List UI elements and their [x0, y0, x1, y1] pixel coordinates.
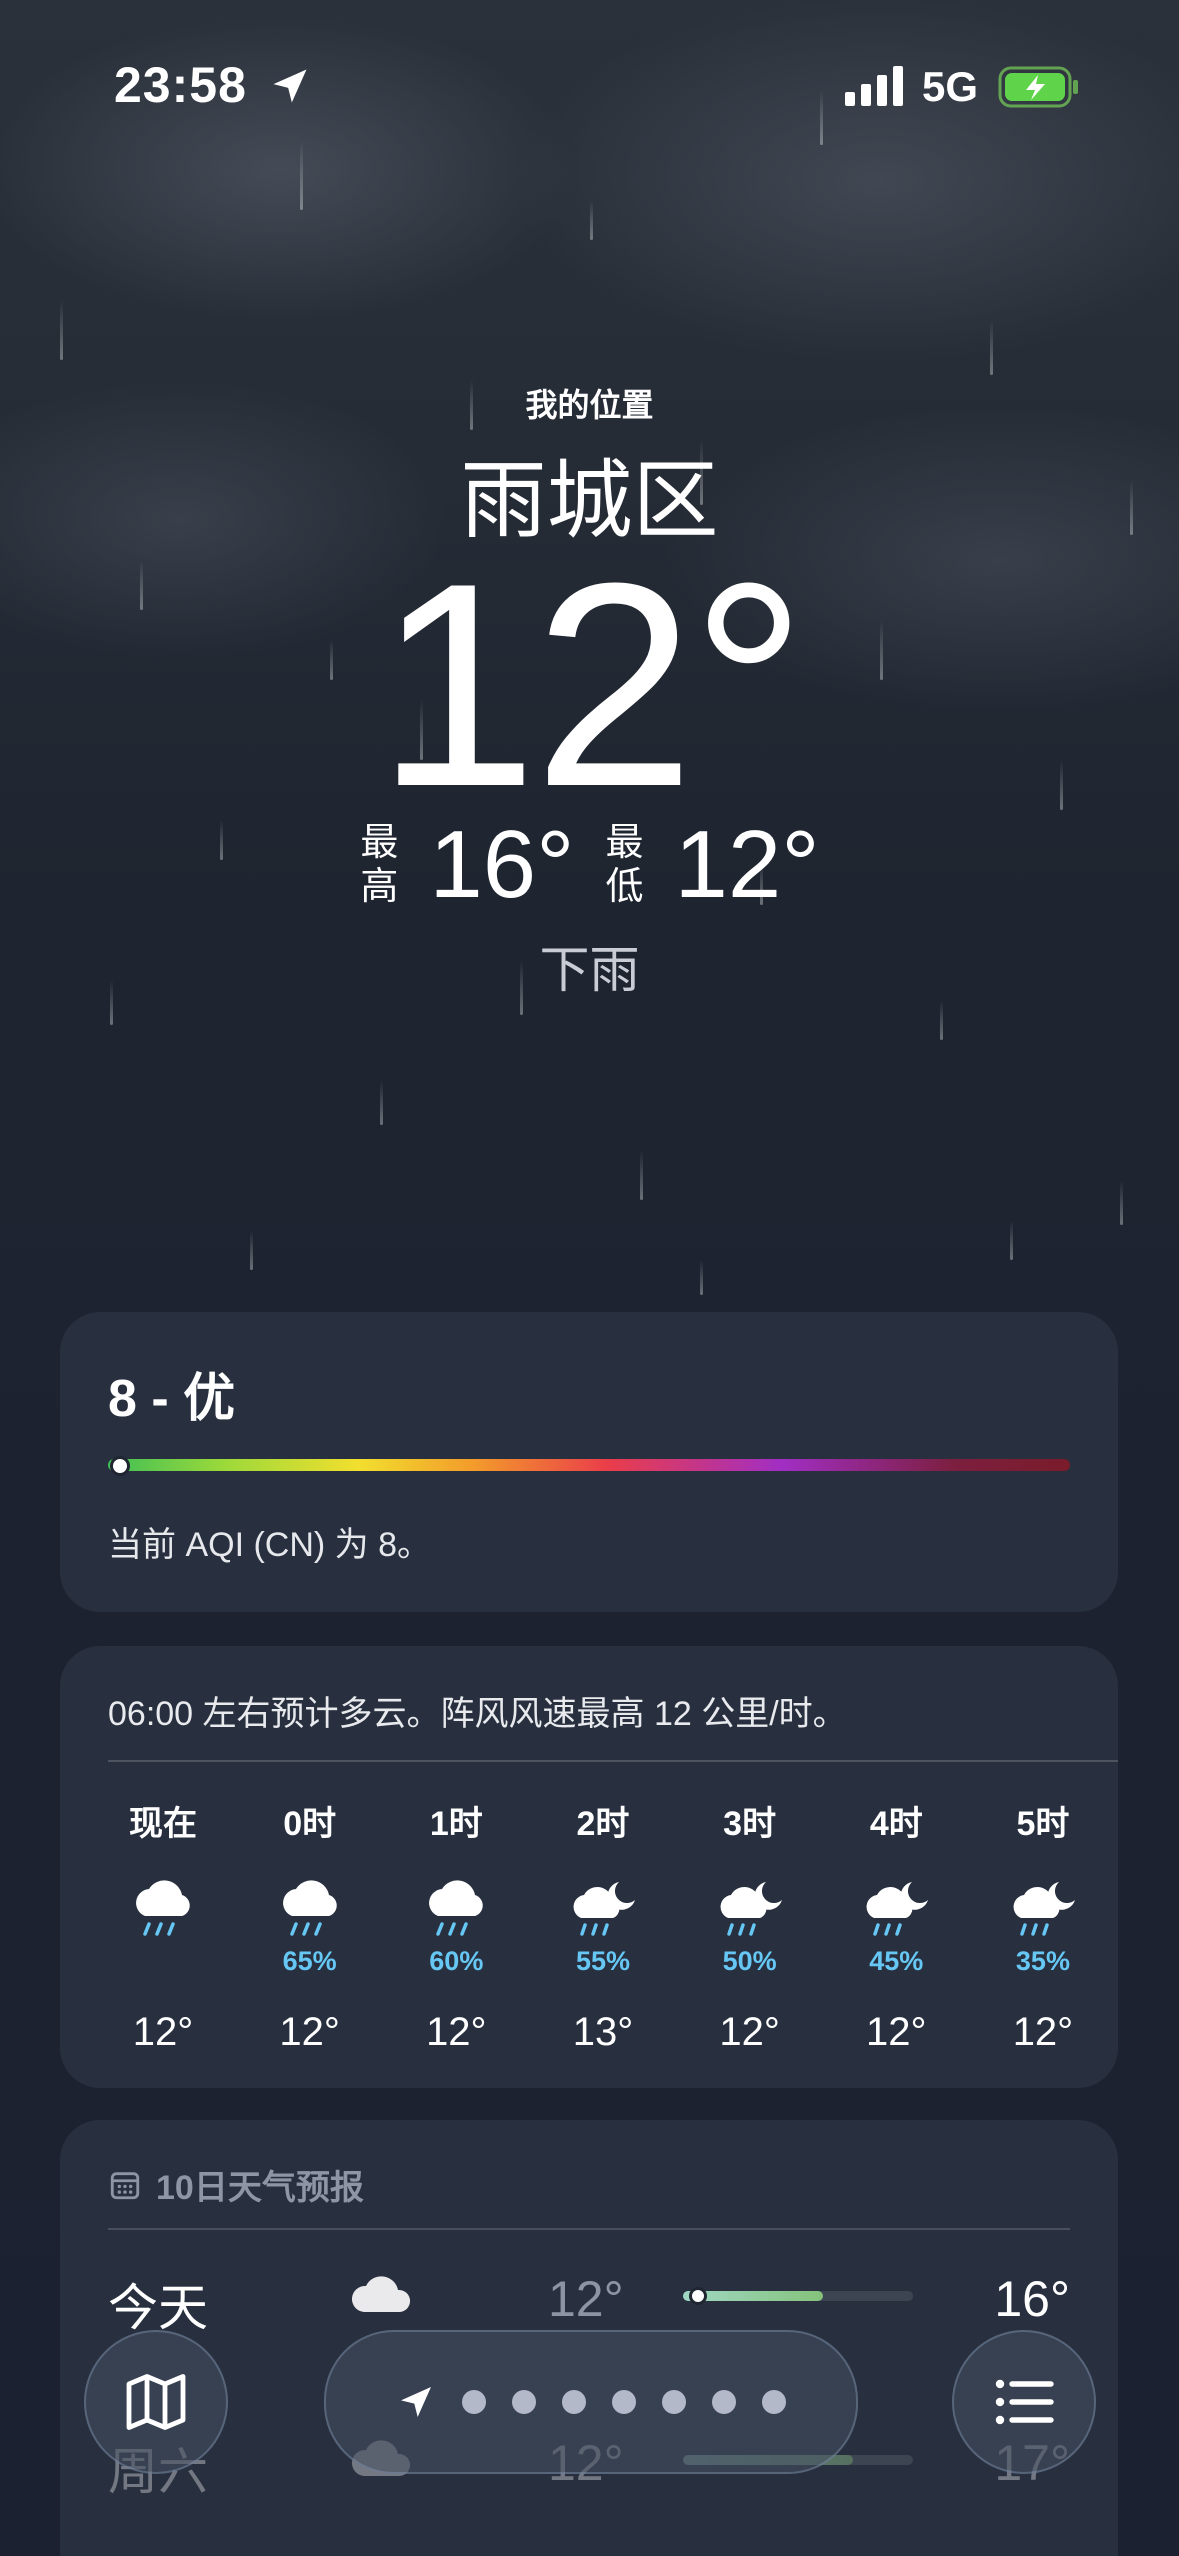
ten-day-title-text: 10日天气预报: [156, 2169, 364, 2207]
cloud-moon-rain-icon: [563, 1876, 643, 1946]
rain-streak: [1120, 1180, 1123, 1225]
precip-chance: 60%: [429, 1946, 484, 1976]
aqi-card[interactable]: 8 - 优 当前 AQI (CN) 为 8。: [60, 1312, 1118, 1612]
hour-temp: 12°: [426, 2010, 487, 2054]
hourly-item: 1时 60% 12°: [401, 1796, 511, 2055]
cloud-rain-icon: [416, 1876, 496, 1946]
hourly-item: 5时 35% 12°: [988, 1796, 1098, 2055]
high-temp: 16°: [429, 811, 575, 918]
aqi-level-indicator: [109, 1456, 130, 1476]
page-dot[interactable]: [662, 2390, 686, 2414]
my-location-label: 我的位置: [525, 387, 654, 423]
rain-streak: [60, 300, 63, 360]
aqi-value: 8 - 优: [108, 1370, 236, 1428]
precip-chance: 35%: [1015, 1946, 1070, 1976]
page-dot[interactable]: [562, 2390, 586, 2414]
cloud-moon-rain-icon: [710, 1876, 790, 1946]
hourly-item: 现在 12°: [108, 1796, 218, 2055]
hourly-list[interactable]: 现在 12° 0时 65% 12° 1时 60% 12° 2时 55% 13° 3时 50% 12° 4时 4…: [108, 1796, 1118, 2055]
hourly-item: 3时 50% 12°: [695, 1796, 805, 2055]
rain-streak: [990, 320, 993, 375]
rain-streak: [380, 1080, 383, 1125]
cloud-rain-icon: [270, 1876, 350, 1946]
weather-condition: 下雨: [539, 942, 640, 998]
aqi-gradient-bar: [108, 1459, 1070, 1471]
hour-temp: 12°: [866, 2010, 927, 2054]
hour-label: 2时: [576, 1805, 630, 1843]
cloud-moon-rain-icon: [1003, 1876, 1083, 1946]
high-label: 最高: [360, 822, 399, 908]
hour-label: 0时: [283, 1805, 337, 1843]
rain-streak: [940, 1000, 943, 1040]
hour-label: 现在: [129, 1805, 197, 1843]
map-icon: [126, 2374, 186, 2430]
hour-temp: 13°: [572, 2010, 634, 2054]
cloud-moon-rain-icon: [856, 1876, 936, 1946]
hourly-item: 2时 55% 13°: [548, 1796, 658, 2055]
hourly-item: 0时 65% 12°: [255, 1796, 365, 2055]
hour-label: 5时: [1016, 1805, 1070, 1843]
rain-streak: [1010, 1220, 1013, 1260]
precip-chance: 50%: [722, 1946, 777, 1976]
page-dot[interactable]: [462, 2390, 486, 2414]
high-low-temps: 最高 16° 最低 12°: [0, 810, 1179, 920]
hour-temp: 12°: [132, 2010, 194, 2054]
page-dot[interactable]: [762, 2390, 786, 2414]
location-list-button[interactable]: [952, 2330, 1096, 2474]
hourly-item: 4时 45% 12°: [841, 1796, 951, 2055]
hourly-forecast-card[interactable]: 06:00 左右预计多云。阵风风速最高 12 公里/时。 现在 12° 0时 65% 1…: [60, 1646, 1118, 2088]
low-temp: 12°: [674, 811, 820, 918]
cloud-rain-icon: [123, 1876, 203, 1946]
hour-label: 4时: [869, 1805, 923, 1843]
rain-streak: [640, 1150, 643, 1200]
hour-temp: 12°: [1012, 2010, 1074, 2054]
page-dot[interactable]: [612, 2390, 636, 2414]
cellular-signal-icon: [845, 66, 903, 106]
day-high-temp: 16°: [994, 2271, 1070, 2327]
precip-chance: 65%: [282, 1946, 337, 1976]
low-label: 最低: [605, 822, 644, 908]
hour-label: 1时: [429, 1805, 483, 1843]
battery-charging-icon: [998, 66, 1078, 108]
calendar-icon: [110, 2171, 140, 2199]
hour-temp: 12°: [279, 2010, 340, 2054]
divider: [108, 1760, 1118, 1762]
hourly-summary: 06:00 左右预计多云。阵风风速最高 12 公里/时。: [108, 1695, 847, 1733]
rain-streak: [250, 1230, 253, 1270]
day-low-temp: 12°: [548, 2271, 624, 2327]
hour-label: 3时: [723, 1805, 777, 1843]
precip-chance: 45%: [869, 1946, 924, 1976]
ten-day-title: 10日天气预报: [108, 2160, 364, 2209]
current-temperature: 12°: [376, 523, 807, 847]
location-arrow-icon: [273, 69, 307, 103]
rain-streak: [700, 1260, 703, 1295]
rain-streak: [590, 200, 593, 240]
current-location-icon: [401, 2387, 431, 2417]
aqi-description: 当前 AQI (CN) 为 8。: [108, 1526, 432, 1564]
hour-temp: 12°: [719, 2010, 780, 2054]
list-icon: [995, 2379, 1054, 2425]
status-time: 23:58: [114, 57, 247, 113]
network-type: 5G: [922, 63, 979, 110]
status-bar: 23:58 5G: [0, 0, 1179, 170]
precip-chance: 55%: [575, 1946, 630, 1976]
page-dot[interactable]: [512, 2390, 536, 2414]
current-temp-dot: [689, 2287, 707, 2305]
temp-range-bar: [683, 2287, 913, 2305]
cloud-icon: [348, 2266, 418, 2322]
page-dot[interactable]: [712, 2390, 736, 2414]
divider: [108, 2228, 1070, 2230]
location-page-indicator[interactable]: [324, 2330, 858, 2474]
map-button[interactable]: [84, 2330, 228, 2474]
